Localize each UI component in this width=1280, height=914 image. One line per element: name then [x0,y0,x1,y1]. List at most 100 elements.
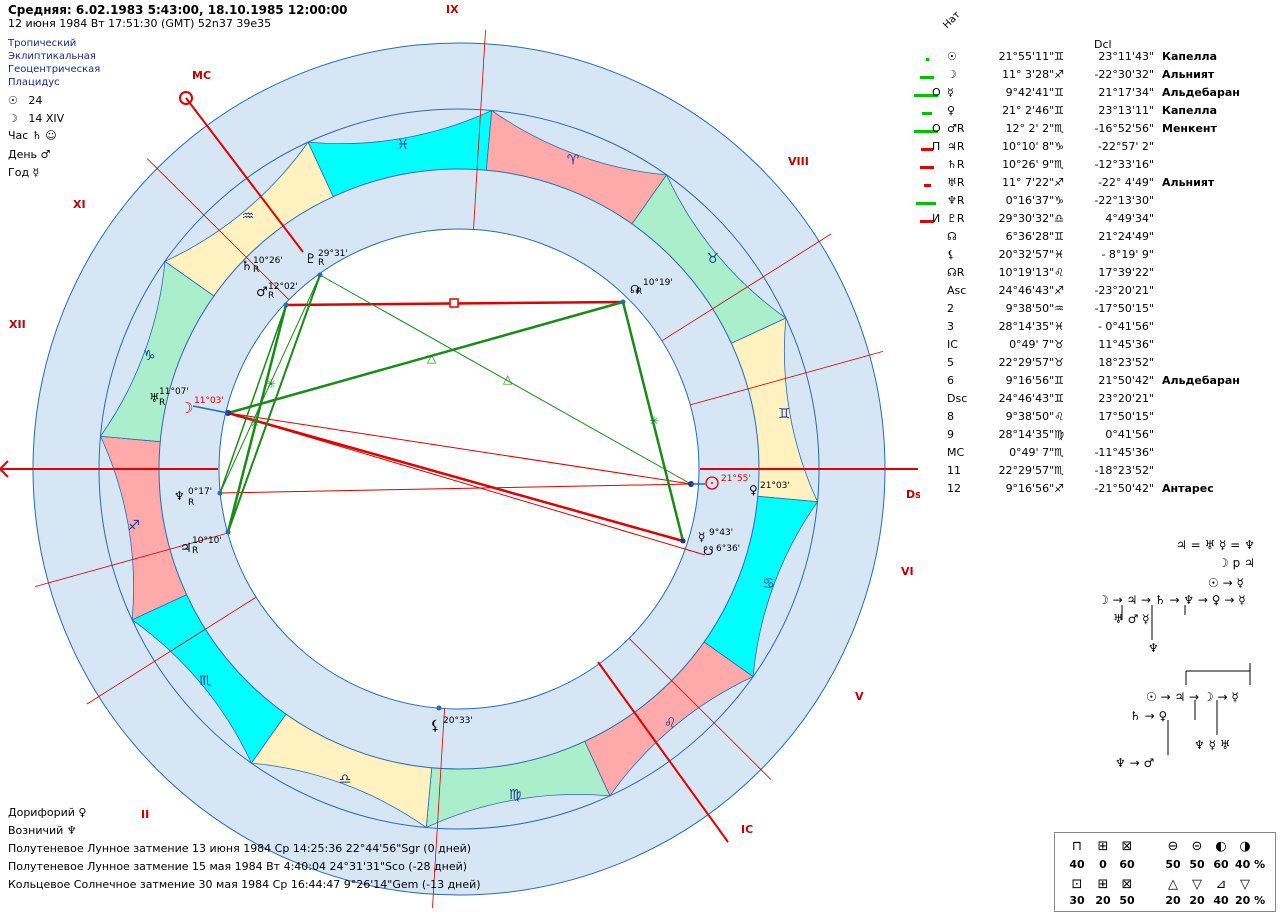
planet-table-row[interactable]: Dsc 24°46'43"♊ 23°20'21" [914,392,1244,410]
planet-table-row[interactable]: ♅R 11° 7'22"♐ -22° 4'49" Альният [914,176,1244,194]
planet-table-row[interactable]: ⚸ 20°32'57"♓ - 8°19' 9" [914,248,1244,266]
ic-label: IC [741,823,753,836]
planet-table-row[interactable]: И ♇R 29°30'32"♎ 4°49'34" [914,212,1244,230]
planet-table-row[interactable]: ♀ 21° 2'46"♊ 23°13'11" Капелла [914,104,1244,122]
row-flag: О [932,122,941,135]
house-5-label: V [855,690,864,703]
row-declination: -18°23'52" [1094,464,1154,477]
row-longitude: 10°26' 9"♏ [1002,158,1064,171]
hemisphere-value-4: 40 % [1235,858,1266,871]
hemisphere-icon-2: ⊝ [1191,839,1203,854]
strength-bar [923,184,931,187]
row-declination: 0°41'56" [1105,428,1154,441]
mercury-point [680,538,686,544]
mars-point [283,302,289,308]
mercury-glyph[interactable]: ☿ [698,530,705,544]
zodiac-sign-icon: ♏ [199,673,212,689]
hemisphere-icon-4: ◑ [1239,839,1251,854]
zodiac-sign-icon: ♑ [143,348,156,364]
neptune-degree: 0°17' [188,487,212,497]
venus-glyph[interactable]: ♀ [749,483,758,497]
qualities-box: ⊓ ⊞ ⊠ 40 0 60 ⊡ ⊞ ⊠ 30 20 50 ⊖ ⊝ ◐ ◑ 50 … [1054,832,1276,912]
zodiac-sign-icon: ♊ [778,406,791,422]
moon-glyph[interactable]: ☽ [180,399,193,417]
strength-bar [920,148,933,151]
neptune-point [217,490,223,496]
planet-table-row[interactable]: 6 9°16'56"♊ 21°50'42" Альдебаран [914,374,1244,392]
zodiac-sign-icon: ♋ [762,576,775,592]
hemisphere-icon-3: ◐ [1215,839,1227,854]
planet-table-row[interactable]: ☽ 11° 3'28"♐ -22°30'32" Альният [914,68,1244,86]
planet-table-row[interactable]: 12 9°16'56"♐ -21°50'42" Антарес [914,482,1244,500]
planet-table-row[interactable]: О ☿ 9°42'41"♊ 21°17'34" Альдебаран [913,86,1244,104]
row-glyph: 5 [947,356,954,369]
row-longitude: 21° 2'46"♊ [1002,104,1064,117]
zodiac-sign-icon: ♈ [567,152,580,168]
planet-table-row[interactable]: 9 28°14'35"♍ 0°41'56" [914,428,1244,446]
row-longitude: 9°16'56"♊ [1005,374,1064,387]
row-declination: -22°30'32" [1094,68,1154,81]
planet-table-row[interactable]: ♆R 0°16'37"♑ -22°13'30" [914,194,1244,212]
planet-table-row[interactable]: Asc 24°46'43"♐ -23°20'21" [914,284,1244,302]
row-glyph: ♂R [947,122,965,135]
row-glyph: ☉ [947,50,957,63]
planet-table-row[interactable]: ☊R 10°19'13"♌ 17°39'22" [914,266,1244,284]
row-flag: И [932,212,941,225]
strength-bar [922,112,932,115]
row-glyph: ♅R [947,176,965,189]
row-flag: О [932,86,941,99]
row-longitude: 24°46'43"♐ [998,284,1064,297]
pluto-glyph[interactable]: ♇ [305,252,317,267]
planet-table-row[interactable]: 8 9°38'50"♌ 17°50'15" [914,410,1244,428]
aspect-sextile-marker: ✳ [266,377,276,391]
row-longitude: 9°38'50"♒ [1005,302,1064,315]
row-longitude: 21°55'11"♊ [998,50,1064,63]
mutable-icon: ⊠ [1121,839,1133,854]
house-12-label: XII [9,318,26,331]
planet-table-row[interactable]: 3 28°14'35"♓ - 0°41'56" [914,320,1244,338]
planet-table-row[interactable]: ☉ 21°55'11"♊ 23°11'43" Капелла [914,50,1244,68]
house-6-label: VI [901,565,914,578]
jupiter-glyph[interactable]: ♃ [180,541,192,556]
planet-table-row[interactable]: 5 22°29'57"♉ 18°23'52" [914,356,1244,374]
planet-table-row[interactable]: О ♂R 12° 2' 2"♏ -16°52'56" Менкент [913,122,1244,140]
row-glyph: MC [947,446,965,459]
row-longitude: 6°36'28"♊ [1005,230,1064,243]
mars-glyph[interactable]: ♂ [256,285,268,300]
saturn-retro: R [253,265,259,275]
neptune-glyph[interactable]: ♆ [174,489,185,503]
zodiac-sign-icon: ♌ [664,716,677,732]
fixed-icon: ⊞ [1097,839,1109,854]
row-declination: 4°49'34" [1105,212,1154,225]
planet-table-row[interactable]: ♄R 10°26' 9"♏ -12°33'16" [914,158,1244,176]
row-longitude: 9°42'41"♊ [1005,86,1064,99]
venus-degree: 21°03' [760,481,790,491]
doryphory: Дорифорий ♀ [8,806,87,819]
planet-table-row[interactable]: MC 0°49' 7"♏ -11°45'36" [914,446,1244,464]
air-icon: ⊿ [1215,877,1227,892]
row-glyph: ⚸ [947,248,956,261]
aspect-trine-marker: △ [503,372,513,386]
formula-connectors [1121,605,1251,755]
planet-table-row[interactable]: П ♃R 10°10' 8"♑ -22°57' 2" [914,140,1244,158]
quality-icon-5: ⊞ [1097,877,1109,892]
planet-table-row[interactable]: IC 0°49' 7"♉ 11°45'36" [914,338,1244,356]
row-glyph: 6 [947,374,954,387]
row-star: Капелла [1162,104,1218,117]
node-point [620,299,626,305]
row-declination: 21°17'34" [1098,86,1154,99]
quality-value-4: 30 [1069,894,1085,907]
south-node-glyph[interactable]: ☋ [703,544,714,558]
saturn-glyph[interactable]: ♄ [241,259,253,274]
row-glyph: ☿ [947,86,954,99]
lilith-glyph[interactable]: ⚸ [430,718,440,734]
hemisphere-value-2: 50 [1189,858,1205,871]
natal-chart-wheel[interactable]: ♐♑♒♓♈♉♊♋♌♍♎♏ △ △ ✳ ✳ ✳ ♄ 10°26' R ♇ 29°3… [0,0,920,914]
sun-degree: 21°55' [721,474,751,484]
planet-table-row[interactable]: 2 9°38'50"♒ -17°50'15" [914,302,1244,320]
mercury-degree: 9°43' [709,528,733,538]
strength-bar [919,166,934,169]
earth-icon: ▽ [1192,877,1202,892]
planet-table-row[interactable]: ☊ 6°36'28"♊ 21°24'49" [914,230,1244,248]
planet-table-row[interactable]: 11 22°29'57"♏ -18°23'52" [914,464,1244,482]
